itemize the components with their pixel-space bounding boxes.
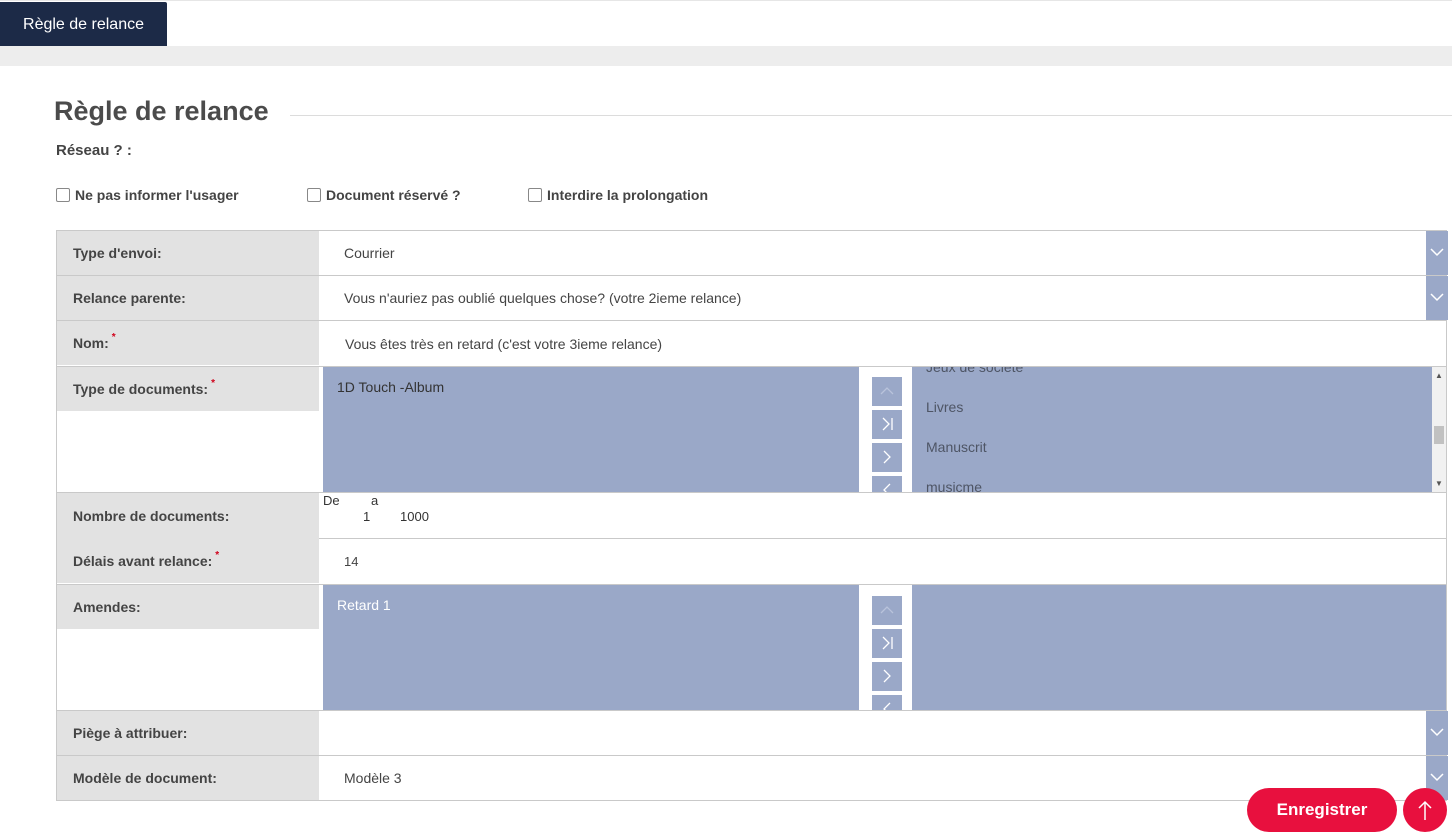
type-envoi-dropdown[interactable] [1426, 231, 1448, 275]
chevron-last-icon [882, 417, 893, 431]
move-all-button[interactable] [872, 410, 902, 439]
list-item[interactable]: Retard 1 [337, 597, 391, 613]
scroll-down-icon[interactable]: ▼ [1435, 479, 1443, 488]
relance-parente-dropdown[interactable] [1426, 276, 1448, 320]
checkbox-label: Document réservé ? [326, 187, 461, 203]
chevron-up-icon [880, 606, 894, 614]
type-envoi-label: Type d'envoi: [57, 231, 319, 275]
row-nombre-documents: Nombre de documents: De a 1 1000 [57, 493, 1446, 539]
amendes-available-list[interactable] [912, 585, 1446, 710]
nombre-documents-label: Nombre de documents: [57, 493, 319, 539]
type-documents-available-list[interactable]: Jeux de société Livres Manuscrit musicme [912, 367, 1432, 492]
amendes-label: Amendes: [57, 585, 319, 629]
chevron-right-icon [883, 669, 891, 683]
list-item[interactable]: 1D Touch -Album [337, 379, 444, 395]
to-input[interactable]: 1000 [400, 509, 429, 524]
move-left-button[interactable] [872, 695, 902, 710]
chevron-up-icon [880, 387, 894, 395]
nom-label: Nom: * [57, 321, 319, 365]
piege-label: Piège à attribuer: [57, 711, 319, 755]
row-type-documents: Type de documents: * 1D Touch -Album Jeux… [57, 367, 1446, 493]
page-title: Règle de relance [54, 96, 269, 126]
checkbox-ne-pas-informer[interactable]: Ne pas informer l'usager [56, 187, 239, 203]
checkbox-label: Interdire la prolongation [547, 187, 709, 203]
checkbox-box[interactable] [528, 188, 542, 202]
checkbox-label: Ne pas informer l'usager [75, 187, 239, 203]
row-relance-parente: Relance parente: Vous n'auriez pas oubli… [57, 276, 1448, 321]
move-all-button[interactable] [872, 629, 902, 658]
row-amendes: Amendes: Retard 1 [57, 585, 1446, 711]
delais-input[interactable]: 14 [344, 539, 358, 585]
chevron-down-icon [1430, 773, 1444, 782]
reseau-label: Réseau ? : [56, 142, 132, 159]
arrow-up-icon [1418, 800, 1432, 820]
amendes-selected-list[interactable]: Retard 1 [323, 585, 859, 710]
nom-input[interactable]: Vous êtes très en retard (c'est votre 3i… [345, 321, 662, 367]
scrollbar-thumb[interactable] [1434, 426, 1444, 444]
row-nom: Nom: * Vous êtes très en retard (c'est vo… [57, 321, 1446, 367]
list-item[interactable]: musicme [926, 479, 982, 492]
row-delais: Délais avant relance: * 14 [57, 539, 1446, 585]
chevron-right-icon [883, 450, 891, 464]
chevron-down-icon [1430, 293, 1444, 302]
checkbox-box[interactable] [56, 188, 70, 202]
modele-select[interactable]: Modèle 3 [344, 756, 402, 800]
list-item[interactable]: Jeux de société [926, 367, 1023, 375]
save-button[interactable]: Enregistrer [1247, 788, 1397, 832]
list-item[interactable]: Livres [926, 399, 963, 415]
checkbox-interdire-prolongation[interactable]: Interdire la prolongation [528, 187, 708, 203]
chevron-left-icon [883, 483, 891, 492]
list-item[interactable]: Manuscrit [926, 439, 987, 455]
row-piege: Piège à attribuer: [57, 711, 1448, 756]
move-left-button[interactable] [872, 476, 902, 492]
chevron-last-icon [882, 636, 893, 650]
scroll-up-icon[interactable]: ▲ [1435, 371, 1443, 380]
piege-dropdown[interactable] [1426, 711, 1448, 755]
row-type-envoi: Type d'envoi: Courrier [57, 231, 1448, 276]
type-documents-selected-list[interactable]: 1D Touch -Album [323, 367, 859, 492]
delais-label: Délais avant relance: * [57, 539, 319, 583]
type-documents-label: Type de documents: * [57, 367, 319, 411]
from-label: De [323, 493, 340, 508]
title-divider [290, 115, 1452, 116]
move-up-button[interactable] [872, 377, 902, 406]
available-list-scrollbar[interactable]: ▲ ▼ [1432, 367, 1446, 492]
move-right-button[interactable] [872, 443, 902, 472]
row-modele: Modèle de document: Modèle 3 [57, 756, 1448, 800]
chevron-left-icon [883, 702, 891, 710]
type-envoi-select[interactable]: Courrier [344, 231, 395, 275]
checkbox-document-reserve[interactable]: Document réservé ? [307, 187, 461, 203]
to-label: a [371, 493, 379, 508]
header-band [0, 46, 1452, 66]
tab-bar: Règle de relance [0, 0, 1452, 47]
move-right-button[interactable] [872, 662, 902, 691]
checkbox-box[interactable] [307, 188, 321, 202]
move-up-button[interactable] [872, 596, 902, 625]
relance-parente-label: Relance parente: [57, 276, 319, 320]
modele-label: Modèle de document: [57, 756, 319, 800]
tab-regle-de-relance[interactable]: Règle de relance [0, 2, 167, 47]
chevron-down-icon [1430, 728, 1444, 737]
chevron-down-icon [1430, 248, 1444, 257]
scroll-top-button[interactable] [1403, 788, 1447, 832]
relance-parente-select[interactable]: Vous n'auriez pas oublié quelques chose?… [344, 276, 741, 320]
from-input[interactable]: 1 [363, 509, 370, 524]
relance-form: Type d'envoi: Courrier Relance parente: … [56, 230, 1448, 801]
